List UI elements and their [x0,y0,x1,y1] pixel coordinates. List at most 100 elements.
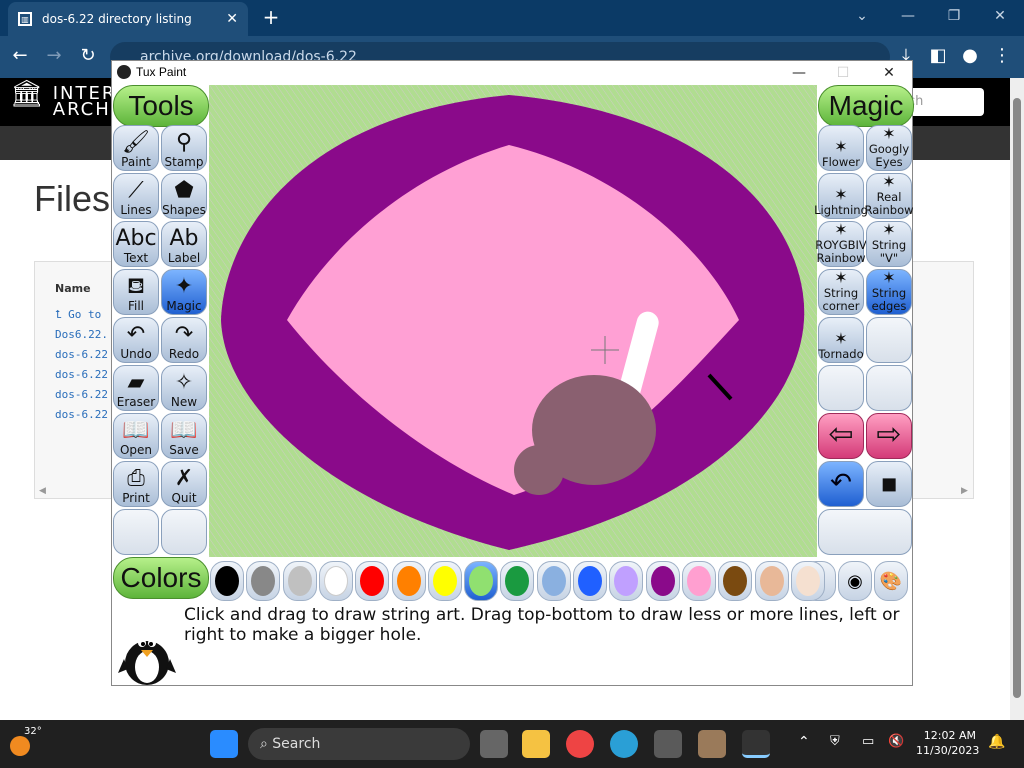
tool-stamp-button[interactable]: ⚲ Stamp [161,125,207,171]
volume-icon[interactable]: 🔇 [888,734,904,749]
color-swatch[interactable] [391,561,426,601]
magic-googly-eyes-button[interactable]: ✶ Googly Eyes [866,125,912,171]
network-icon[interactable]: ▭ [862,734,874,749]
magic-string-edges-button[interactable]: ✶ String edges [866,269,912,315]
color-swatch[interactable] [427,561,462,601]
name-column-header[interactable]: Name [55,282,91,295]
palette-icon[interactable]: 🎨 [874,561,908,601]
tool-new-button[interactable]: ✧ New [161,365,207,411]
magic-string-corner-button[interactable]: ✶ String corner [818,269,864,315]
chrome-icon[interactable] [566,730,594,758]
table-row[interactable]: dos-6.22 [55,388,108,401]
tool-undo-button[interactable]: ↶ Undo [113,317,159,363]
color-dot [251,566,276,596]
color-swatch[interactable] [282,561,317,601]
new-tab-button[interactable]: + [260,4,282,30]
clock[interactable]: 12:02 AM 11/30/2023 [916,728,979,758]
tool-label-button[interactable]: Ab Label [161,221,207,267]
taskbar-search[interactable]: ⌕ Search [248,728,470,760]
color-swatch[interactable] [536,561,571,601]
color-swatch[interactable] [355,561,390,601]
security-icon[interactable]: ⛨ [830,734,840,749]
tool-eraser-button[interactable]: ▰ Eraser [113,365,159,411]
color-swatch[interactable] [500,561,535,601]
profile-icon[interactable]: ● [958,44,982,68]
undo-icon: ↶ [126,322,146,347]
tab-title: dos-6.22 directory listing [42,12,192,26]
tool-print-button[interactable]: ⎙ Print [113,461,159,507]
browser-tab[interactable]: ▥ dos-6.22 directory listing ✕ [8,2,248,36]
page-scrollbar[interactable] [1010,78,1024,720]
tab-search-chevron-icon[interactable]: ⌄ [842,4,882,28]
magic-string-v-button[interactable]: ✶ String "V" [866,221,912,267]
scroll-left-icon[interactable]: ◀ [39,486,46,496]
color-swatch[interactable] [681,561,716,601]
color-swatch[interactable] [573,561,607,601]
reload-button[interactable]: ↻ [76,44,100,68]
color-swatch[interactable] [790,561,825,601]
color-swatch[interactable] [718,561,753,601]
table-row[interactable]: dos-6.22 [55,348,108,361]
tool-lines-button[interactable]: ⟋ Lines [113,173,159,219]
table-row[interactable]: dos-6.22 [55,368,108,381]
start-windows-icon[interactable] [210,730,238,758]
magic-flower-button[interactable]: ✶ Flower [818,125,864,171]
magic-roygbiv-button[interactable]: ✶ ROYGBIV Rainbow [815,221,867,267]
restore-button[interactable]: ❐ [934,4,974,28]
tool-label: Lines [120,203,152,217]
next-page-button[interactable]: ⇨ [866,413,912,459]
tuxpaint-taskbar-icon[interactable] [742,730,770,758]
minimize-button[interactable]: — [888,4,928,28]
string-art-drawing [209,85,817,557]
tool-text-button[interactable]: Abc Text [113,221,159,267]
fullscreen-mode-button[interactable]: ◼ [866,461,912,507]
edge-icon[interactable] [610,730,638,758]
side-panel-icon[interactable]: ◧ [926,44,950,68]
color-swatch[interactable] [318,561,353,601]
tool-paint-button[interactable]: 🖌 Paint [113,125,159,171]
lightning-icon: ✶ [834,185,848,204]
color-swatch[interactable] [210,561,244,601]
tux-maximize-button[interactable]: ☐ [828,63,858,83]
table-row[interactable]: Dos6.22. [55,328,108,341]
task-view-icon[interactable] [480,730,508,758]
magic-rainbow-button[interactable]: ✶ Real Rainbow [865,173,914,219]
tool-open-button[interactable]: 📖 Open [113,413,159,459]
color-swatch[interactable] [246,561,281,601]
color-swatch[interactable] [645,561,680,601]
color-swatch[interactable] [609,561,644,601]
forward-button[interactable]: → [42,44,66,68]
text-icon: Abc [115,226,157,251]
color-wheel-icon[interactable]: ◉ [838,561,872,601]
drawing-canvas[interactable] [209,85,817,557]
close-window-button[interactable]: ✕ [980,4,1020,28]
table-row[interactable]: ⮤ Go to [55,308,101,322]
tool-label: Undo [120,347,152,361]
app-icon[interactable] [698,730,726,758]
weather-widget[interactable]: 32° [10,726,42,762]
color-swatch[interactable] [754,561,789,601]
magic-tornado-button[interactable]: ✶ Tornado [818,317,864,363]
tool-magic-button[interactable]: ✦ Magic [161,269,207,315]
file-explorer-icon[interactable] [522,730,550,758]
color-swatch[interactable] [464,561,499,601]
tool-shapes-button[interactable]: ⬟ Shapes [161,173,207,219]
store-icon[interactable] [654,730,682,758]
magic-lightning-button[interactable]: ✶ Lightning [814,173,868,219]
notifications-bell-icon[interactable]: 🔔 [988,734,1005,750]
tray-chevron-icon[interactable]: ⌃ [798,734,810,750]
scrollbar-thumb[interactable] [1013,98,1021,698]
menu-icon[interactable]: ⋮ [990,44,1014,68]
table-row[interactable]: dos-6.22 [55,408,108,421]
back-button[interactable]: ← [8,44,32,68]
tool-quit-button[interactable]: ✗ Quit [161,461,207,507]
close-tab-icon[interactable]: ✕ [226,11,238,27]
paint-mode-button[interactable]: ↶ [818,461,864,507]
tool-save-button[interactable]: 📖 Save [161,413,207,459]
tool-redo-button[interactable]: ↷ Redo [161,317,207,363]
scroll-right-icon[interactable]: ▶ [961,486,968,496]
tux-minimize-button[interactable]: — [784,63,814,83]
previous-page-button[interactable]: ⇦ [818,413,864,459]
tux-close-button[interactable]: ✕ [874,63,904,83]
tool-fill-button[interactable]: ⛾ Fill [113,269,159,315]
